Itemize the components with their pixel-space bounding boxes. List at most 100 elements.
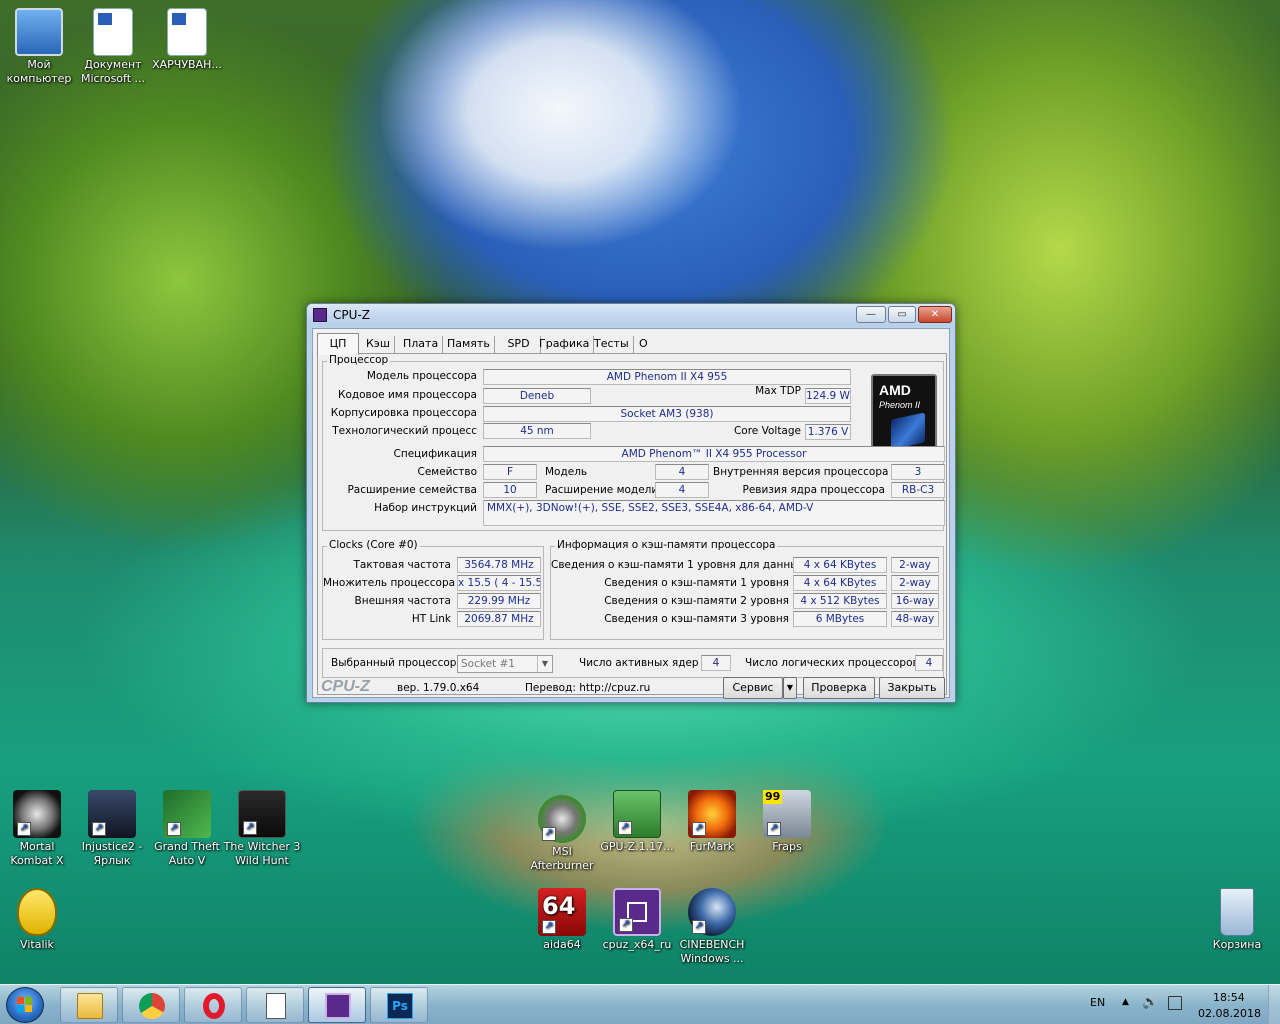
cache-l1d-label: Сведения о кэш-памяти 1 уровня для данны… bbox=[551, 559, 805, 571]
spec-value: AMD Phenom™ II X4 955 Processor bbox=[483, 446, 945, 462]
taskbar-photoshop[interactable]: Ps bbox=[370, 987, 428, 1023]
tab-cache[interactable]: Кэш bbox=[362, 336, 395, 354]
taskbar-explorer[interactable] bbox=[60, 987, 118, 1023]
tab-memory[interactable]: Память bbox=[443, 336, 495, 354]
revision-value: RB-C3 bbox=[891, 482, 945, 498]
cpuz-icon: ↗ bbox=[613, 888, 661, 936]
cache-group: Информация о кэш-памяти процессора Сведе… bbox=[550, 539, 944, 640]
shortcut-arrow-icon: ↗ bbox=[692, 822, 706, 836]
desktop-icon-injustice2[interactable]: ↗ Injustice2 - Ярлык bbox=[73, 790, 151, 868]
taskbar-opera[interactable] bbox=[184, 987, 242, 1023]
tab-cpu[interactable]: ЦП bbox=[317, 333, 359, 355]
desktop-icon-label: ХАРЧУВАН... bbox=[152, 58, 222, 71]
shortcut-arrow-icon: ↗ bbox=[92, 822, 106, 836]
instructions-value: MMX(+), 3DNow!(+), SSE, SSE2, SSE3, SSE4… bbox=[483, 500, 945, 526]
close-footer-button[interactable]: Закрыть bbox=[879, 677, 945, 699]
threads-value: 4 bbox=[915, 655, 943, 671]
instructions-label: Набор инструкций bbox=[374, 502, 477, 514]
show-desktop-button[interactable] bbox=[1268, 985, 1280, 1024]
service-button[interactable]: Сервис bbox=[723, 677, 783, 699]
chevron-down-icon: ▼ bbox=[786, 683, 794, 692]
opera-icon bbox=[203, 993, 225, 1019]
desktop-icon-harchuvan[interactable]: ХАРЧУВАН... bbox=[148, 8, 226, 72]
notepad-icon bbox=[266, 993, 286, 1019]
desktop-icon-vitalik[interactable]: Vitalik bbox=[0, 888, 76, 952]
maxtdp-label: Max TDP bbox=[755, 385, 801, 397]
taskbar-notepad[interactable] bbox=[246, 987, 304, 1023]
desktop-icon-cpuz[interactable]: ↗ cpuz_x64_ru bbox=[598, 888, 676, 952]
cache-l3-size: 6 MBytes bbox=[793, 611, 887, 627]
desktop-icon-witcher3[interactable]: ↗ The Witcher 3 Wild Hunt bbox=[223, 790, 301, 868]
desktop-icon-gpuz[interactable]: ↗ GPU-Z.1.17... bbox=[598, 790, 676, 854]
furmark-icon: ↗ bbox=[688, 790, 736, 838]
cache-l2-label: Сведения о кэш-памяти 2 уровня bbox=[604, 595, 789, 607]
start-button[interactable] bbox=[6, 987, 44, 1023]
desktop-icon-label: Mortal Kombat X bbox=[10, 840, 64, 867]
window-client: ЦП Кэш Плата Память SPD Графика Тесты О … bbox=[312, 328, 951, 699]
desktop-icon-label: aida64 bbox=[543, 938, 581, 951]
clock-date[interactable]: 02.08.2018 bbox=[1198, 1007, 1261, 1020]
ext-model-label: Расширение модели bbox=[545, 484, 659, 496]
window-footer: CPU-Z вер. 1.79.0.x64 Перевод: http://cp… bbox=[313, 677, 951, 699]
clocks-group: Clocks (Core #0) Тактовая частота 3564.7… bbox=[322, 539, 544, 640]
desktop-icon-fraps[interactable]: 99 ↗ Fraps bbox=[748, 790, 826, 854]
desktop-icon-label: GPU-Z.1.17... bbox=[600, 840, 674, 853]
language-indicator[interactable]: EN bbox=[1090, 996, 1105, 1009]
validate-button[interactable]: Проверка bbox=[803, 677, 875, 699]
tab-mainboard[interactable]: Плата bbox=[399, 336, 444, 354]
close-button[interactable]: ✕ bbox=[918, 306, 952, 323]
ht-link-label: HT Link bbox=[411, 613, 451, 625]
tab-about[interactable]: О нас bbox=[635, 336, 663, 366]
shortcut-arrow-icon: ↗ bbox=[692, 920, 706, 934]
volume-icon[interactable]: 🔊 bbox=[1142, 995, 1158, 1010]
cache-l2-way: 16-way bbox=[891, 593, 939, 609]
multiplier-value: x 15.5 ( 4 - 15.5 ) bbox=[457, 575, 541, 591]
desktop-icon-label: MSI Afterburner bbox=[530, 845, 594, 872]
injustice2-icon: ↗ bbox=[88, 790, 136, 838]
processor-select[interactable]: Socket #1 ▼ bbox=[457, 655, 553, 673]
desktop-icon-my-computer[interactable]: Мой компьютер bbox=[0, 8, 78, 86]
desktop-icon-gta5[interactable]: ↗ Grand Theft Auto V bbox=[148, 790, 226, 868]
ht-link-value: 2069.87 MHz bbox=[457, 611, 541, 627]
desktop-icon-label: Vitalik bbox=[20, 938, 54, 951]
package-value: Socket AM3 (938) bbox=[483, 406, 851, 422]
cpu-tab-panel: Процессор Модель процессора AMD Phenom I… bbox=[317, 353, 947, 695]
desktop-icon-mortal-kombat[interactable]: ↗ Mortal Kombat X bbox=[0, 790, 76, 868]
amd-logo-product: Phenom II bbox=[879, 400, 921, 410]
version-label: вер. 1.79.0.x64 bbox=[397, 682, 480, 694]
cache-l1i-label: Сведения о кэш-памяти 1 уровня bbox=[604, 577, 789, 589]
desktop-icon-label: Корзина bbox=[1212, 938, 1262, 951]
taskbar: Ps EN ▲ 🔊 18:54 02.08.2018 bbox=[0, 984, 1280, 1024]
tab-bench[interactable]: Тесты bbox=[590, 336, 634, 354]
maximize-button[interactable]: ▭ bbox=[888, 306, 916, 323]
tab-graphics[interactable]: Графика bbox=[535, 336, 595, 354]
clock-time[interactable]: 18:54 bbox=[1213, 991, 1245, 1004]
shortcut-arrow-icon: ↗ bbox=[619, 918, 633, 932]
core-speed-value: 3564.78 MHz bbox=[457, 557, 541, 573]
service-dropdown-button[interactable]: ▼ bbox=[783, 677, 797, 699]
cache-l3-way: 48-way bbox=[891, 611, 939, 627]
shortcut-arrow-icon: ↗ bbox=[17, 822, 31, 836]
model-label: Модель процессора bbox=[366, 370, 477, 382]
desktop-icon-label: Fraps bbox=[772, 840, 802, 853]
desktop-icon-recycle-bin[interactable]: Корзина bbox=[1198, 888, 1276, 952]
shortcut-arrow-icon: ↗ bbox=[542, 827, 556, 841]
cache-l2-size: 4 x 512 KBytes bbox=[793, 593, 887, 609]
amd-chip-graphic bbox=[891, 412, 925, 450]
minimize-button[interactable]: — bbox=[856, 306, 886, 323]
network-icon[interactable] bbox=[1168, 996, 1182, 1010]
taskbar-chrome[interactable] bbox=[122, 987, 180, 1023]
tech-label: Технологический процесс bbox=[332, 425, 477, 437]
taskbar-cpuz[interactable] bbox=[308, 987, 366, 1023]
window-titlebar[interactable]: CPU-Z — ▭ ✕ bbox=[307, 304, 955, 326]
show-hidden-icons-button[interactable]: ▲ bbox=[1122, 997, 1129, 1007]
desktop-icon-furmark[interactable]: ↗ FurMark bbox=[673, 790, 751, 854]
desktop-icon-msi-afterburner[interactable]: ↗ MSI Afterburner bbox=[523, 795, 601, 873]
desktop-icon-aida64[interactable]: 64 ↗ aida64 bbox=[523, 888, 601, 952]
desktop-icon-label: cpuz_x64_ru bbox=[602, 938, 672, 951]
model-num-value: 4 bbox=[655, 464, 709, 480]
desktop-icon-label: Grand Theft Auto V bbox=[154, 840, 220, 867]
desktop-icon-cinebench[interactable]: ↗ CINEBENCH Windows ... bbox=[673, 888, 751, 966]
desktop-icon-document[interactable]: Документ Microsoft ... bbox=[74, 8, 152, 86]
shortcut-arrow-icon: ↗ bbox=[767, 822, 781, 836]
